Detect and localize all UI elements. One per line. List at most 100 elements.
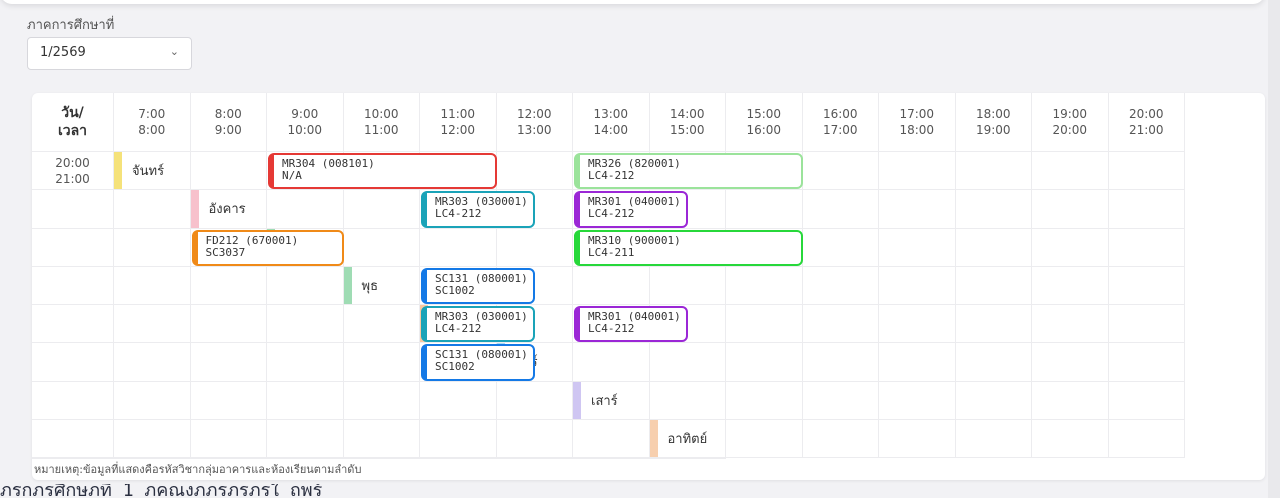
time-slot-end: 20:00	[1052, 123, 1088, 137]
header-time-slot: 11:00 12:00	[420, 93, 497, 152]
time-slot-end: 16:00	[746, 123, 782, 137]
header-time-slot: 14:00 15:00	[649, 93, 726, 152]
day-name: อังคาร	[208, 202, 246, 218]
semester-select[interactable]: 1/2569 ⌄	[27, 37, 192, 70]
timetable-cell	[802, 381, 879, 420]
timetable-cell	[955, 419, 1032, 458]
timetable-cell	[190, 419, 267, 458]
time-slot-end: 21:00	[55, 171, 90, 186]
timetable-cell	[32, 190, 114, 229]
timetable-cell	[420, 458, 497, 459]
timetable-cell	[32, 305, 114, 344]
timetable-cell	[726, 305, 803, 344]
timetable-cell	[649, 266, 726, 305]
semester-label: ภาคการศึกษาที่	[27, 18, 115, 33]
time-slot-start: 14:00	[669, 107, 705, 121]
day-color-stripe	[190, 190, 199, 228]
time-slot-end: 19:00	[975, 123, 1011, 137]
timetable-cell	[420, 228, 497, 267]
course-block[interactable]: MR303 (030001) LC4-212	[421, 306, 535, 343]
timetable-cell	[649, 343, 726, 382]
timetable-cell	[190, 458, 267, 459]
timetable-cell	[879, 152, 956, 191]
course-block[interactable]: FD212 (670001) SC3037	[191, 229, 344, 266]
timetable-cell	[879, 343, 956, 382]
course-block[interactable]: SC131 (080001) SC1002	[421, 267, 535, 304]
timetable-cell	[343, 190, 420, 229]
timetable-cell	[32, 381, 114, 420]
header-time-slot: 20:00 21:00	[32, 152, 114, 191]
timetable-cell	[267, 381, 344, 420]
timetable-cell	[1032, 152, 1109, 191]
timetable-cell	[879, 305, 956, 344]
timetable-cell	[726, 266, 803, 305]
timetable-cell	[496, 152, 573, 191]
time-slot-start: 18:00	[975, 107, 1011, 121]
timetable-cell	[114, 458, 191, 459]
timetable-cell	[1108, 305, 1185, 344]
timetable-cell	[267, 190, 344, 229]
timetable-cell	[879, 190, 956, 229]
course-block[interactable]: MR310 (900001) LC4-211	[574, 229, 803, 266]
day-color-stripe	[114, 152, 122, 190]
timetable-cell	[1032, 190, 1109, 229]
timetable-cell	[267, 343, 344, 382]
course-block[interactable]: SC131 (080001) SC1002	[421, 344, 535, 381]
time-slot-end: 8:00	[138, 123, 166, 137]
timetable-cell	[649, 458, 726, 459]
scrollbar[interactable]	[1268, 0, 1280, 498]
timetable-cell	[32, 458, 114, 459]
course-block[interactable]: MR303 (030001) LC4-212	[421, 191, 535, 228]
timetable-cell	[802, 343, 879, 382]
timetable-cell	[1032, 419, 1109, 458]
timetable-cell	[496, 228, 573, 267]
timetable-cell	[1108, 190, 1185, 229]
timetable-cell	[267, 305, 344, 344]
timetable-cell	[114, 343, 191, 382]
header-time-slot: 19:00 20:00	[1032, 93, 1109, 152]
course-room: LC4-211	[588, 245, 635, 259]
day-color-stripe	[649, 419, 658, 457]
timetable-cell	[955, 228, 1032, 267]
background-page-text: ภรกภรศึกษภที่ 1 ภคณงภภรภรภรใ ถพร์	[0, 484, 323, 498]
course-room: SC1002	[435, 283, 475, 297]
timetable-cell	[267, 419, 344, 458]
course-room: N/A	[282, 169, 302, 182]
timetable-cell	[879, 266, 956, 305]
course-block[interactable]: MR304 (008101) N/A	[268, 153, 497, 190]
course-block[interactable]: MR326 (820001) LC4-212	[574, 153, 803, 190]
timetable-cell	[32, 343, 114, 382]
timetable-cell	[343, 458, 420, 459]
header-time-slot: 8:00 9:00	[190, 93, 267, 152]
timetable: วัน/เวลา 7:00 8:00 8:00 9:00 9:00 10:00 10:00 11…	[32, 93, 1265, 480]
course-block[interactable]: MR301 (040001) LC4-212	[574, 191, 688, 228]
timetable-cell	[267, 266, 344, 305]
timetable-cell	[802, 266, 879, 305]
timetable-cell	[114, 381, 191, 420]
timetable-cell	[802, 419, 879, 458]
day-name: จันทร์	[132, 164, 165, 180]
time-slot-end: 11:00	[363, 123, 399, 137]
timetable-cell	[802, 305, 879, 344]
course-room: LC4-212	[588, 322, 635, 335]
timetable-cell	[1032, 381, 1109, 420]
time-slot-end: 21:00	[1128, 123, 1164, 137]
time-slot-start: 8:00	[214, 107, 242, 121]
time-slot-end: 14:00	[593, 123, 629, 137]
time-slot-end: 15:00	[669, 123, 705, 137]
day-name: อาทิตย์	[667, 431, 708, 447]
timetable-cell	[955, 343, 1032, 382]
timetable-cell	[343, 228, 420, 267]
timetable-cell	[1108, 266, 1185, 305]
time-slot-start: 15:00	[746, 107, 782, 121]
timetable-cell	[1032, 305, 1109, 344]
timetable-cell	[496, 381, 573, 420]
timetable-cell	[955, 381, 1032, 420]
timetable-cell	[955, 266, 1032, 305]
header-time-slot: 20:00 21:00	[1108, 93, 1185, 152]
timetable-cell	[190, 152, 267, 191]
time-slot-end: 10:00	[287, 123, 323, 137]
timetable-cell	[573, 458, 650, 459]
course-block[interactable]: MR301 (040001) LC4-212	[574, 306, 688, 343]
header-time-slot: 16:00 17:00	[802, 93, 879, 152]
